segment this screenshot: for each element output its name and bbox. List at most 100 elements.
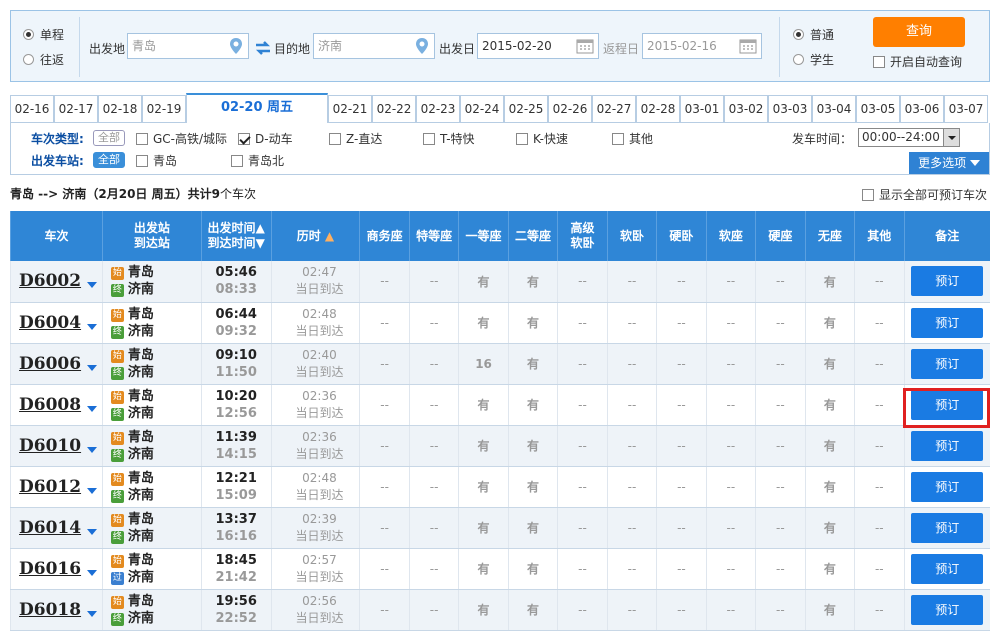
station-option[interactable]: 青岛 xyxy=(136,152,177,169)
start-badge: 始 xyxy=(110,267,124,281)
trip-single-option[interactable]: 单程 xyxy=(23,26,64,43)
stations-cell: 始青岛终济南 xyxy=(101,466,202,508)
chevron-down-icon[interactable] xyxy=(87,528,98,535)
book-button[interactable]: 预订 xyxy=(911,430,984,461)
tab-date[interactable]: 03-04 xyxy=(812,95,856,123)
tab-date[interactable]: 02-24 xyxy=(460,95,504,123)
header-times[interactable]: 出发时间▲ 到达时间▼ xyxy=(200,211,272,261)
stations-cell: 始青岛终济南 xyxy=(101,302,202,344)
tab-date[interactable]: 02-18 xyxy=(98,95,142,123)
ticket-student-option[interactable]: 学生 xyxy=(793,51,834,68)
first-class-seat: 有 xyxy=(458,261,509,303)
second-class-seat: 有 xyxy=(507,384,558,426)
train-code-link[interactable]: D6016 xyxy=(19,559,81,579)
book-button[interactable]: 预订 xyxy=(911,512,984,543)
calendar-icon[interactable] xyxy=(739,38,757,54)
chevron-down-icon[interactable] xyxy=(87,282,98,289)
train-code-link[interactable]: D6012 xyxy=(19,477,81,497)
tab-date[interactable]: 03-06 xyxy=(900,95,944,123)
to-input[interactable]: 济南 xyxy=(313,33,435,59)
train-type-option[interactable]: 其他 xyxy=(612,130,653,147)
tab-date[interactable]: 02-19 xyxy=(142,95,186,123)
tab-date[interactable]: 02-20 周五 xyxy=(186,93,328,124)
train-type-option[interactable]: GC-高铁/城际 xyxy=(136,130,227,147)
hard-seat: -- xyxy=(755,302,806,344)
train-type-option[interactable]: D-动车 xyxy=(238,130,293,147)
book-button[interactable]: 预订 xyxy=(911,594,984,625)
chevron-down-icon[interactable] xyxy=(87,364,98,371)
to-station: 终济南 xyxy=(110,610,154,626)
tab-date[interactable]: 02-22 xyxy=(372,95,416,123)
book-button[interactable]: 预订 xyxy=(911,553,984,584)
book-button[interactable]: 预订 xyxy=(911,471,984,502)
chevron-down-icon[interactable] xyxy=(87,487,98,494)
train-type-option[interactable]: Z-直达 xyxy=(329,130,382,147)
swap-icon[interactable] xyxy=(255,41,271,55)
tab-date[interactable]: 03-05 xyxy=(856,95,900,123)
depart-time-select[interactable]: 00:00--24:00 xyxy=(858,128,960,147)
tab-date[interactable]: 02-16 xyxy=(10,95,54,123)
times-cell: 19:56 22:52 xyxy=(200,589,272,631)
type-all-button[interactable]: 全部 xyxy=(93,130,125,146)
tab-date[interactable]: 02-23 xyxy=(416,95,460,123)
hard-sleeper: -- xyxy=(656,589,707,631)
header-duration[interactable]: 历时 ▲ xyxy=(270,211,360,261)
special-seat: -- xyxy=(408,425,459,467)
tab-date[interactable]: 02-17 xyxy=(54,95,98,123)
checkbox-icon xyxy=(612,133,624,145)
chevron-down-icon[interactable] xyxy=(87,446,98,453)
chevron-down-icon[interactable] xyxy=(87,323,98,330)
train-code-link[interactable]: D6010 xyxy=(19,436,81,456)
search-panel: 单程 往返 出发地 青岛 目的地 济南 出发日 2015-02-20 返程日 2… xyxy=(10,10,990,82)
book-button[interactable]: 预订 xyxy=(911,348,984,379)
station-option[interactable]: 青岛北 xyxy=(231,152,284,169)
auto-query-checkbox[interactable]: 开启自动查询 xyxy=(873,53,962,70)
depart-time: 18:45 xyxy=(215,552,257,568)
train-type-option[interactable]: K-快速 xyxy=(516,130,568,147)
tab-date[interactable]: 03-03 xyxy=(768,95,812,123)
tab-date[interactable]: 03-07 xyxy=(944,95,988,123)
chevron-down-icon[interactable] xyxy=(87,569,98,576)
no-seat: 有 xyxy=(804,384,855,426)
query-button[interactable]: 查询 xyxy=(873,17,965,47)
other-seat: -- xyxy=(854,589,905,631)
arrive-time: 11:50 xyxy=(215,364,257,380)
tab-date[interactable]: 02-27 xyxy=(592,95,636,123)
return-date-input[interactable]: 2015-02-16 xyxy=(642,33,762,59)
tab-date[interactable]: 02-21 xyxy=(328,95,372,123)
tab-date[interactable]: 03-02 xyxy=(724,95,768,123)
train-code-link[interactable]: D6008 xyxy=(19,395,81,415)
calendar-icon[interactable] xyxy=(576,38,594,54)
train-type-option[interactable]: T-特快 xyxy=(423,130,475,147)
station-all-button[interactable]: 全部 xyxy=(93,152,125,168)
table-row: D6006 始青岛终济南 09:10 11:50 02:40 当日到达 -- -- 16 有 -- -… xyxy=(10,343,990,385)
from-station: 始青岛 xyxy=(110,265,154,281)
sort-up-icon: ▲ xyxy=(255,221,265,235)
train-code-link[interactable]: D6014 xyxy=(19,518,81,538)
trip-round-option[interactable]: 往返 xyxy=(23,51,64,68)
second-class-seat: 有 xyxy=(507,343,558,385)
from-station: 始青岛 xyxy=(110,347,154,363)
train-code-link[interactable]: D6018 xyxy=(19,600,81,620)
train-code-link[interactable]: D6006 xyxy=(19,354,81,374)
chevron-down-icon[interactable] xyxy=(87,610,98,617)
depart-date-input[interactable]: 2015-02-20 xyxy=(477,33,599,59)
train-code-link[interactable]: D6002 xyxy=(19,271,81,291)
show-all-checkbox[interactable]: 显示全部可预订车次 xyxy=(862,186,987,203)
tab-date[interactable]: 02-25 xyxy=(504,95,548,123)
book-button[interactable]: 预订 xyxy=(911,266,984,297)
tab-date[interactable]: 03-01 xyxy=(680,95,724,123)
ticket-normal-option[interactable]: 普通 xyxy=(793,26,834,43)
chevron-down-icon[interactable] xyxy=(87,405,98,412)
more-options-button[interactable]: 更多选项 xyxy=(909,152,989,174)
book-button[interactable]: 预订 xyxy=(911,307,984,338)
tab-date[interactable]: 02-26 xyxy=(548,95,592,123)
senior-sleeper: -- xyxy=(557,466,608,508)
soft-sleeper: -- xyxy=(606,384,657,426)
highlight-box xyxy=(903,388,990,428)
tab-date[interactable]: 02-28 xyxy=(636,95,680,123)
no-seat: 有 xyxy=(804,466,855,508)
train-code-cell: D6006 xyxy=(10,343,103,385)
train-code-link[interactable]: D6004 xyxy=(19,313,81,333)
from-input[interactable]: 青岛 xyxy=(127,33,249,59)
